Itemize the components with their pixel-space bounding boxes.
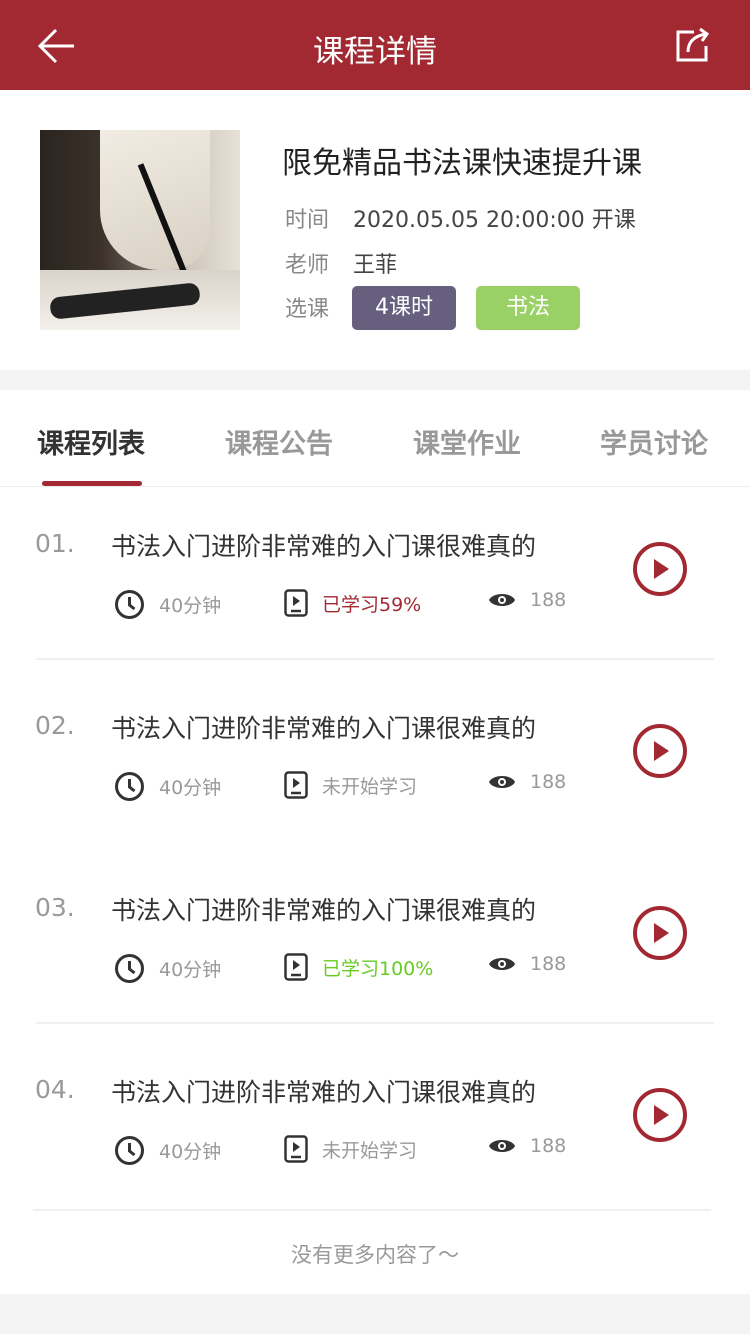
view-count: 188 <box>488 953 566 975</box>
teacher-label: 老师 <box>285 253 330 278</box>
course-title: 限免精品书法课快速提升课 <box>282 146 642 181</box>
views-text: 188 <box>530 1135 567 1157</box>
video-icon <box>284 589 308 617</box>
study-progress: 未开始学习 <box>284 771 417 799</box>
views-text: 188 <box>530 771 567 793</box>
eye-icon <box>489 958 515 970</box>
time-value: 2020.05.05 20:00:00 开课 <box>353 208 636 233</box>
study-progress: 已学习59% <box>284 589 421 617</box>
eye-icon <box>489 1140 515 1152</box>
time-label: 时间 <box>285 208 330 233</box>
status-text: 未开始学习 <box>322 1139 418 1162</box>
lesson-list: 没有更多内容了～ 01. 书法入门进阶非常难的入门课很难真的 40分钟 已学习5… <box>0 487 750 1294</box>
duration-text: 40分钟 <box>159 959 222 981</box>
clock-icon <box>115 590 144 619</box>
duration-text: 40分钟 <box>159 595 222 617</box>
tab-bar: 课程列表 课程公告 课堂作业 学员讨论 <box>0 390 750 487</box>
select-label: 选课 <box>285 297 330 322</box>
study-progress: 已学习100% <box>284 953 433 981</box>
teacher-value: 王菲 <box>353 253 398 278</box>
duration: 40分钟 <box>114 953 221 984</box>
course-info: 限免精品书法课快速提升课 时间 2020.05.05 20:00:00 开课 老… <box>0 90 750 370</box>
tab-course-list[interactable]: 课程列表 <box>37 422 145 461</box>
video-icon <box>284 771 308 799</box>
page-title: 课程详情 <box>313 34 437 70</box>
course-cover-image <box>40 130 240 330</box>
duration: 40分钟 <box>114 1135 221 1166</box>
tab-discussion[interactable]: 学员讨论 <box>600 422 708 461</box>
views-text: 188 <box>530 589 567 611</box>
duration: 40分钟 <box>114 589 221 620</box>
lesson-title: 书法入门进阶非常难的入门课很难真的 <box>111 532 537 561</box>
lesson-item[interactable]: 02. 书法入门进阶非常难的入门课很难真的 40分钟 未开始学习 188 <box>0 669 750 851</box>
lesson-number: 01. <box>35 529 75 558</box>
view-count: 188 <box>488 1135 566 1157</box>
lesson-item[interactable]: 01. 书法入门进阶非常难的入门课很难真的 40分钟 已学习59% 188 <box>0 487 750 669</box>
play-button-icon[interactable] <box>632 723 688 779</box>
view-count: 188 <box>488 771 566 793</box>
lesson-item[interactable]: 04. 书法入门进阶非常难的入门课很难真的 40分钟 未开始学习 188 <box>0 1033 750 1215</box>
eye-icon <box>489 594 515 606</box>
active-tab-indicator <box>42 481 142 486</box>
status-text: 未开始学习 <box>322 775 418 798</box>
study-progress: 未开始学习 <box>284 1135 417 1163</box>
duration-text: 40分钟 <box>159 1141 222 1163</box>
lesson-title: 书法入门进阶非常难的入门课很难真的 <box>111 1078 537 1107</box>
play-button-icon[interactable] <box>632 905 688 961</box>
duration: 40分钟 <box>114 771 221 802</box>
play-button-icon[interactable] <box>632 541 688 597</box>
clock-icon <box>115 772 144 801</box>
lesson-item[interactable]: 03. 书法入门进阶非常难的入门课很难真的 40分钟 已学习100% 188 <box>0 851 750 1033</box>
tag-lessons[interactable]: 4课时 <box>352 286 456 330</box>
play-button-icon[interactable] <box>632 1087 688 1143</box>
lesson-title: 书法入门进阶非常难的入门课很难真的 <box>111 714 537 743</box>
view-count: 188 <box>488 589 566 611</box>
duration-text: 40分钟 <box>159 777 222 799</box>
lesson-number: 03. <box>35 893 75 922</box>
status-text: 已学习59% <box>322 593 422 616</box>
nav-bar: 课程详情 <box>0 0 750 90</box>
lesson-number: 04. <box>35 1075 75 1104</box>
views-text: 188 <box>530 953 567 975</box>
lesson-number: 02. <box>35 711 75 740</box>
status-text: 已学习100% <box>322 957 434 980</box>
eye-icon <box>489 776 515 788</box>
video-icon <box>284 1135 308 1163</box>
video-icon <box>284 953 308 981</box>
lesson-title: 书法入门进阶非常难的入门课很难真的 <box>111 896 537 925</box>
clock-icon <box>115 1136 144 1165</box>
tab-announcements[interactable]: 课程公告 <box>225 422 333 461</box>
no-more-content: 没有更多内容了～ <box>291 1243 459 1267</box>
clock-icon <box>115 954 144 983</box>
share-icon[interactable] <box>674 26 712 64</box>
tag-category[interactable]: 书法 <box>476 286 580 330</box>
tab-homework[interactable]: 课堂作业 <box>413 422 521 461</box>
